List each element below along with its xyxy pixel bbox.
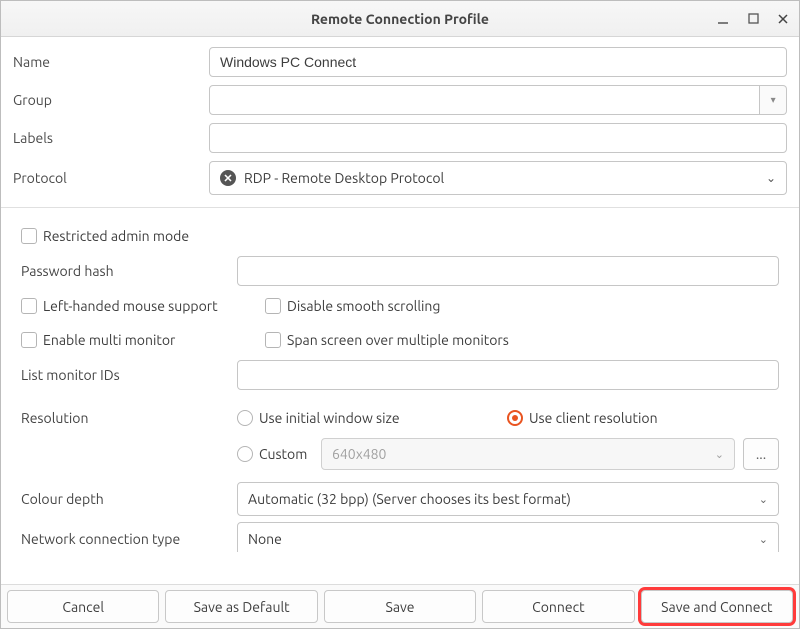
group-dropdown-button[interactable]: ▾ xyxy=(760,85,787,115)
checkbox-icon xyxy=(21,298,37,314)
restricted-admin-label: Restricted admin mode xyxy=(43,228,189,244)
maximize-button[interactable] xyxy=(743,9,763,29)
password-hash-label: Password hash xyxy=(21,263,237,279)
radio-icon xyxy=(237,410,253,426)
network-type-select[interactable]: None ⌄ xyxy=(237,522,779,552)
group-input[interactable] xyxy=(209,85,760,115)
enable-multi-label: Enable multi monitor xyxy=(43,332,175,348)
resolution-custom-label: Custom xyxy=(259,446,307,462)
profile-header-form: Name Group ▾ Labels Protocol ✕ RDP - Rem… xyxy=(1,37,799,208)
restricted-admin-checkbox[interactable]: Restricted admin mode xyxy=(21,228,189,244)
save-and-connect-button[interactable]: Save and Connect xyxy=(641,590,793,623)
resolution-initial-label: Use initial window size xyxy=(259,410,400,426)
span-screen-label: Span screen over multiple monitors xyxy=(287,332,509,348)
save-default-button[interactable]: Save as Default xyxy=(165,590,317,623)
custom-resolution-placeholder: 640x480 xyxy=(332,446,386,462)
connect-button[interactable]: Connect xyxy=(482,590,634,623)
resolution-label: Resolution xyxy=(21,410,237,426)
checkbox-icon xyxy=(265,332,281,348)
chevron-down-icon: ⌄ xyxy=(759,533,768,546)
chevron-down-icon: ⌄ xyxy=(766,171,776,185)
resolution-more-button[interactable]: ... xyxy=(743,438,779,470)
more-label: ... xyxy=(756,446,766,462)
list-monitor-input[interactable] xyxy=(237,360,779,390)
list-monitor-label: List monitor IDs xyxy=(21,367,237,383)
settings-panel[interactable]: Restricted admin mode Password hash Left… xyxy=(1,208,799,552)
enable-multi-checkbox[interactable]: Enable multi monitor xyxy=(21,332,251,348)
protocol-select[interactable]: ✕ RDP - Remote Desktop Protocol ⌄ xyxy=(209,161,787,195)
button-bar: Cancel Save as Default Save Connect Save… xyxy=(1,584,799,628)
labels-label: Labels xyxy=(13,130,203,146)
radio-icon xyxy=(507,410,523,426)
checkbox-icon xyxy=(21,332,37,348)
resolution-custom-radio[interactable]: Custom xyxy=(237,446,313,462)
custom-resolution-select: 640x480 ⌄ xyxy=(321,438,735,470)
labels-input[interactable] xyxy=(209,123,787,153)
minimize-button[interactable] xyxy=(713,9,733,29)
group-field: ▾ xyxy=(209,85,787,115)
checkbox-icon xyxy=(21,228,37,244)
disable-smooth-label: Disable smooth scrolling xyxy=(287,298,440,314)
chevron-down-icon: ⌄ xyxy=(715,448,724,461)
password-hash-input[interactable] xyxy=(237,256,779,286)
save-button[interactable]: Save xyxy=(324,590,476,623)
name-label: Name xyxy=(13,54,203,70)
colour-depth-label: Colour depth xyxy=(21,491,237,507)
window-title: Remote Connection Profile xyxy=(1,11,799,27)
network-type-label: Network connection type xyxy=(21,531,237,547)
rdp-protocol-icon: ✕ xyxy=(220,170,236,186)
name-input[interactable] xyxy=(209,47,787,77)
network-type-value: None xyxy=(248,531,282,547)
cancel-button[interactable]: Cancel xyxy=(7,590,159,623)
protocol-value: RDP - Remote Desktop Protocol xyxy=(244,170,444,186)
span-screen-checkbox[interactable]: Span screen over multiple monitors xyxy=(265,332,509,348)
chevron-down-icon: ⌄ xyxy=(759,493,768,506)
disable-smooth-checkbox[interactable]: Disable smooth scrolling xyxy=(265,298,440,314)
checkbox-icon xyxy=(265,298,281,314)
protocol-label: Protocol xyxy=(13,170,203,186)
left-handed-checkbox[interactable]: Left-handed mouse support xyxy=(21,298,251,314)
chevron-down-icon: ▾ xyxy=(771,94,776,106)
resolution-client-radio[interactable]: Use client resolution xyxy=(507,410,658,426)
titlebar: Remote Connection Profile xyxy=(1,1,799,37)
radio-icon xyxy=(237,446,253,462)
window-controls xyxy=(713,1,793,36)
close-button[interactable] xyxy=(773,9,793,29)
colour-depth-value: Automatic (32 bpp) (Server chooses its b… xyxy=(248,491,571,507)
resolution-client-label: Use client resolution xyxy=(529,410,658,426)
colour-depth-select[interactable]: Automatic (32 bpp) (Server chooses its b… xyxy=(237,482,779,516)
resolution-initial-radio[interactable]: Use initial window size xyxy=(237,410,507,426)
left-handed-label: Left-handed mouse support xyxy=(43,298,218,314)
group-label: Group xyxy=(13,92,203,108)
